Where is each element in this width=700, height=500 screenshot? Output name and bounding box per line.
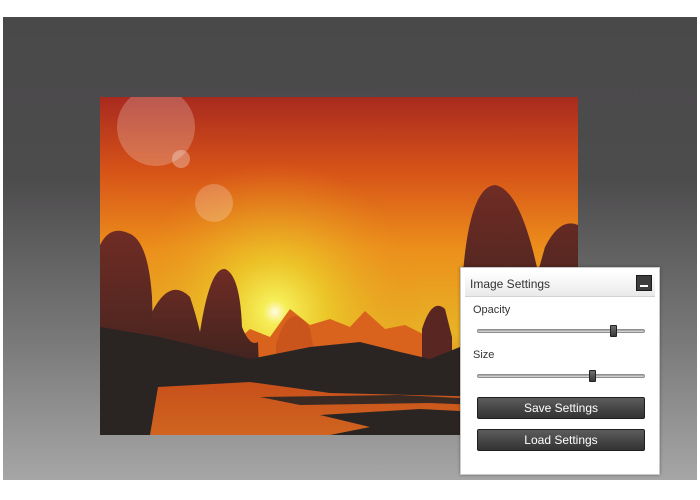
load-settings-button[interactable]: Load Settings xyxy=(477,429,645,451)
panel-title: Image Settings xyxy=(470,277,551,291)
opacity-slider[interactable] xyxy=(477,325,645,337)
minimize-icon[interactable] xyxy=(636,275,652,291)
bokeh-medium xyxy=(195,184,233,222)
size-slider-handle[interactable] xyxy=(588,370,596,382)
size-slider[interactable] xyxy=(477,370,645,382)
size-label: Size xyxy=(473,349,495,361)
image-settings-panel: Image Settings Opacity Size Save Setting… xyxy=(460,267,660,475)
opacity-slider-handle[interactable] xyxy=(610,325,618,337)
save-settings-button[interactable]: Save Settings xyxy=(477,397,645,419)
panel-header: Image Settings xyxy=(465,272,655,297)
bokeh-small xyxy=(172,150,190,168)
opacity-label: Opacity xyxy=(473,304,511,316)
